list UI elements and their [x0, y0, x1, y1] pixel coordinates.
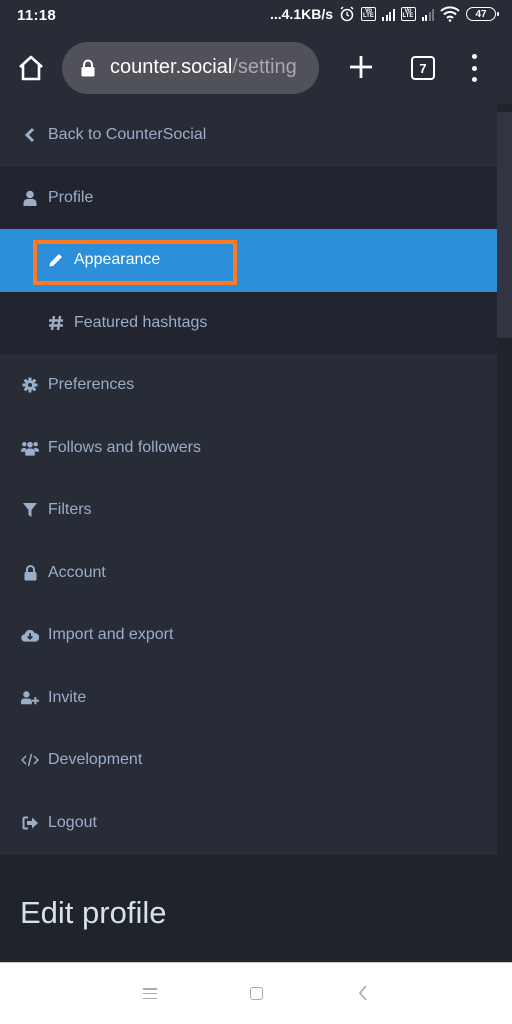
back-icon[interactable] — [356, 985, 370, 1001]
volte-icon: Vo LTE — [361, 7, 376, 21]
settings-page: Back to CounterSocial Profile Appearance… — [0, 104, 512, 962]
gear-icon — [21, 376, 39, 394]
nav-label: Account — [48, 563, 106, 581]
cloud-download-icon — [21, 626, 39, 644]
profile-group: Profile Appearance Featured hashtags — [0, 166, 497, 355]
nav-account[interactable]: Account — [0, 542, 497, 605]
nav-label: Appearance — [74, 251, 161, 269]
filter-icon — [21, 501, 39, 519]
nav-development[interactable]: Development — [0, 729, 497, 792]
tab-count: 7 — [419, 60, 427, 76]
url-host: counter.social — [110, 56, 233, 78]
nav-featured-hashtags[interactable]: Featured hashtags — [0, 292, 497, 355]
battery-icon: 47 — [466, 7, 499, 21]
signal-icon — [421, 8, 434, 21]
nav-label: Logout — [48, 813, 97, 831]
lock-icon — [81, 59, 95, 77]
signal-icon — [382, 8, 395, 21]
nav-back-to-countersocial[interactable]: Back to CounterSocial — [0, 104, 497, 167]
url-text: counter.social/setting — [110, 56, 297, 79]
nav-label: Featured hashtags — [74, 313, 208, 331]
sign-out-icon — [21, 814, 39, 832]
hashtag-icon — [47, 314, 65, 332]
network-speed: ...4.1KB/s — [269, 6, 333, 22]
tab-switcher-button[interactable]: 7 — [411, 56, 435, 80]
nav-label: Profile — [48, 188, 94, 206]
nav-follows-and-followers[interactable]: Follows and followers — [0, 417, 497, 480]
url-path: /setting — [232, 56, 297, 78]
status-time: 11:18 — [17, 7, 57, 24]
nav-logout[interactable]: Logout — [0, 792, 497, 855]
alarm-icon — [340, 6, 354, 22]
user-icon — [21, 189, 39, 207]
users-icon — [21, 439, 39, 457]
user-plus-icon — [21, 689, 39, 707]
nav-label: Preferences — [48, 376, 135, 394]
volte-icon: Vo LTE — [400, 7, 416, 21]
status-bar: 11:18 ...4.1KB/s Vo LTE Vo LTE 47 — [0, 0, 512, 32]
home-button-icon[interactable] — [250, 987, 263, 1000]
nav-label: Invite — [48, 688, 87, 706]
nav-label: Import and export — [48, 626, 174, 644]
home-icon[interactable] — [16, 54, 46, 82]
more-menu-icon[interactable] — [470, 54, 478, 82]
code-icon — [21, 751, 39, 769]
nav-filters[interactable]: Filters — [0, 479, 497, 542]
recents-icon[interactable] — [143, 988, 157, 999]
page-header: Edit profile — [0, 855, 497, 962]
pencil-icon — [47, 251, 65, 269]
scrollbar-track[interactable] — [497, 104, 512, 962]
new-tab-icon[interactable] — [348, 54, 374, 80]
nav-import-and-export[interactable]: Import and export — [0, 604, 497, 667]
browser-toolbar: counter.social/setting 7 — [0, 32, 512, 104]
address-bar[interactable]: counter.social/setting — [62, 42, 319, 94]
scrollbar-thumb[interactable] — [497, 112, 512, 338]
nav-preferences[interactable]: Preferences — [0, 354, 497, 417]
android-nav-bar — [0, 962, 512, 1024]
lock-icon — [21, 564, 39, 582]
chevron-left-icon — [21, 126, 39, 144]
nav-appearance[interactable]: Appearance — [0, 229, 497, 292]
nav-label: Follows and followers — [48, 438, 201, 456]
nav-label: Development — [48, 751, 143, 769]
nav-invite[interactable]: Invite — [0, 667, 497, 730]
wifi-icon — [440, 6, 460, 22]
nav-label: Filters — [48, 501, 92, 519]
status-icons: ...4.1KB/s Vo LTE Vo LTE 47 — [269, 6, 499, 22]
nav-label: Back to CounterSocial — [48, 126, 207, 144]
settings-nav: Back to CounterSocial Profile Appearance… — [0, 104, 497, 854]
page-title: Edit profile — [20, 895, 167, 930]
nav-profile[interactable]: Profile — [0, 167, 497, 230]
